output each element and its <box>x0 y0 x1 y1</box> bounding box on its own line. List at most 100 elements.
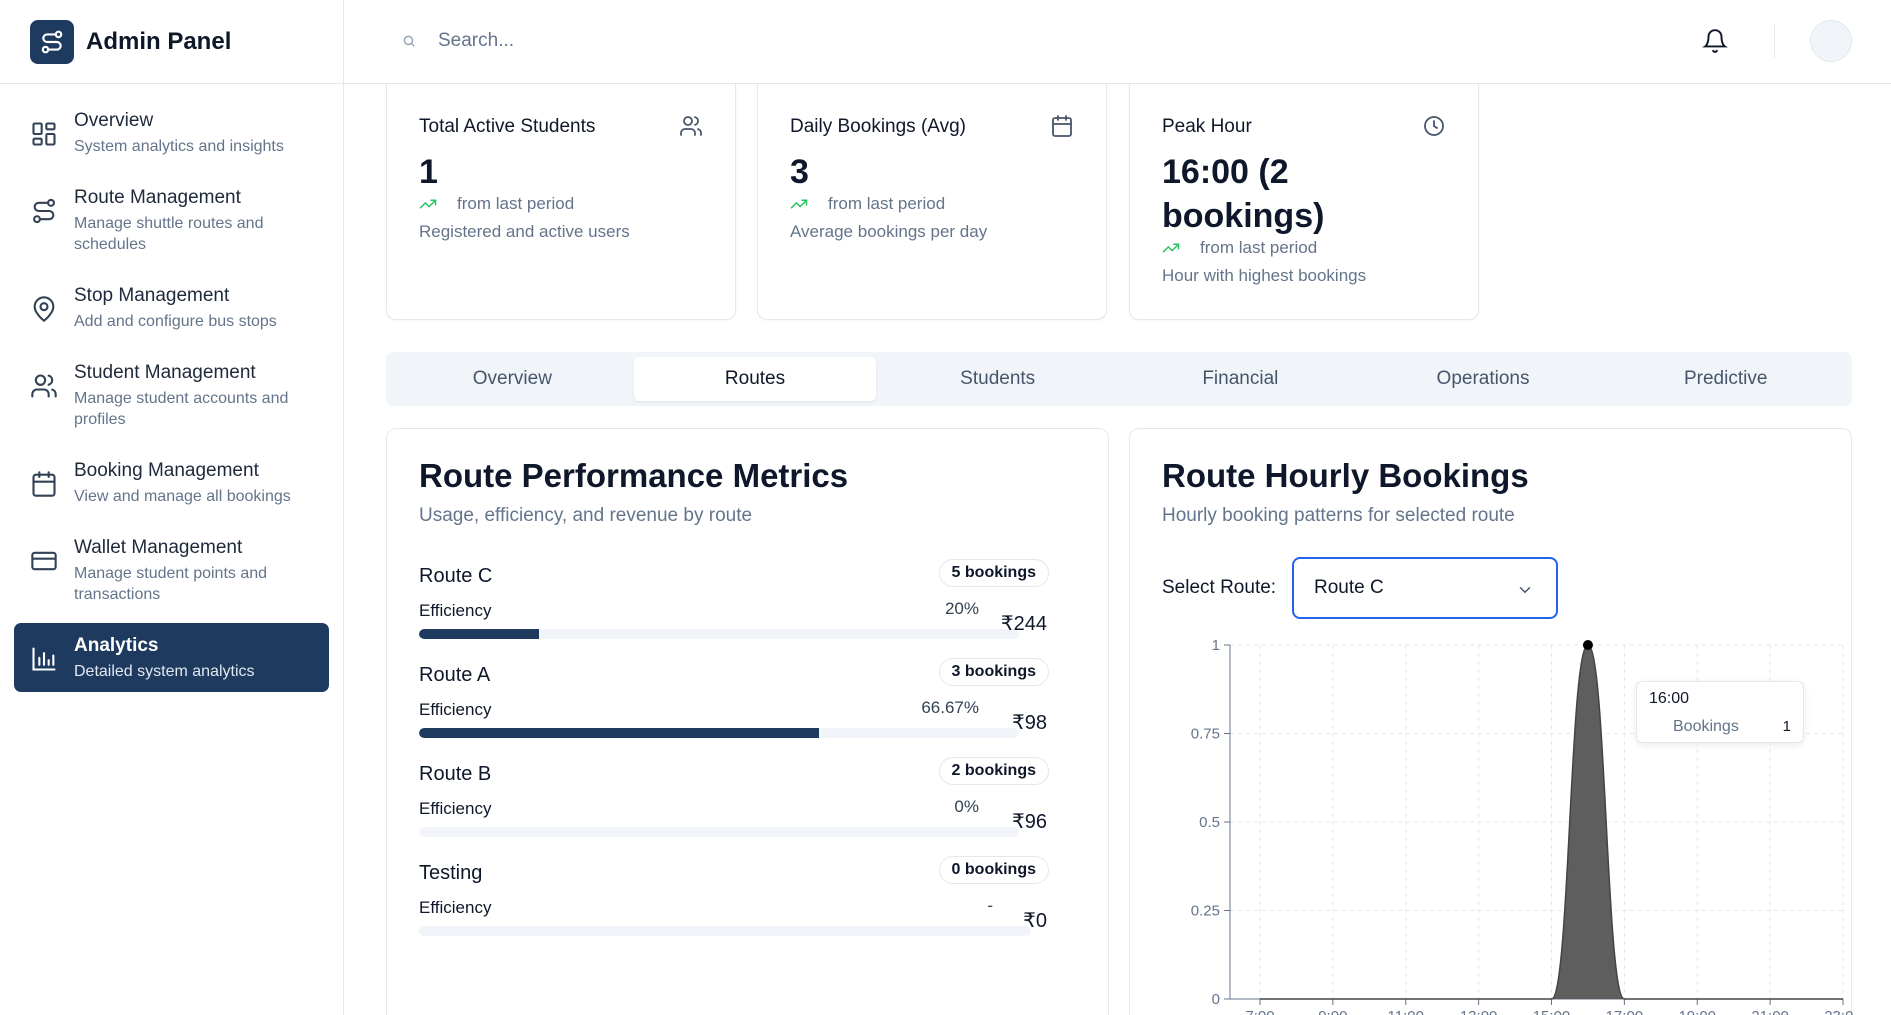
stat-trend-text: from last period <box>1200 238 1318 257</box>
route-revenue: ₹96 <box>1012 811 1047 833</box>
efficiency-value: 66.67% <box>921 698 979 717</box>
efficiency-bar-fill <box>419 629 539 639</box>
efficiency-bar <box>419 926 1031 936</box>
route-name: Route C <box>419 565 493 587</box>
tooltip-value: 1 <box>1782 718 1791 735</box>
bookings-badge: 2 bookings <box>938 757 1049 785</box>
sidebar-item-wallet-management[interactable]: Wallet Management Manage student points … <box>14 525 329 615</box>
sidebar-item-route-management[interactable]: Route Management Manage shuttle routes a… <box>14 175 329 265</box>
bell-icon[interactable] <box>1702 28 1728 54</box>
sidebar-item-label: Student Management <box>74 362 256 383</box>
stat-value: 3 <box>790 153 809 191</box>
stat-card-active-students: Total Active Students 1 from last period… <box>386 84 736 320</box>
route-row: Route B 2 bookings Efficiency 0% ₹96 <box>419 757 1079 859</box>
sidebar-item-booking-management[interactable]: Booking Management View and manage all b… <box>14 448 329 517</box>
sidebar-item-student-management[interactable]: Student Management Manage student accoun… <box>14 350 329 440</box>
efficiency-label: Efficiency <box>419 700 492 719</box>
route-revenue: ₹0 <box>1023 910 1047 932</box>
search-input[interactable] <box>438 22 1038 60</box>
sidebar-item-label: Booking Management <box>74 460 259 481</box>
efficiency-bar <box>419 728 1019 738</box>
tab-financial[interactable]: Financial <box>1119 357 1362 401</box>
x-tick-label: 23:00 <box>1824 1008 1853 1015</box>
x-tick-label: 13:00 <box>1460 1008 1498 1015</box>
efficiency-bar <box>419 629 1019 639</box>
tooltip-time: 16:00 <box>1649 690 1690 707</box>
bar-chart-icon <box>30 645 58 673</box>
tab-operations[interactable]: Operations <box>1362 357 1605 401</box>
sidebar-item-desc: Add and configure bus stops <box>74 313 277 330</box>
stat-trend: from last period <box>419 194 574 214</box>
route-revenue: ₹244 <box>1000 613 1047 635</box>
x-tick-label: 19:00 <box>1678 1008 1716 1015</box>
tab-overview[interactable]: Overview <box>391 357 634 401</box>
efficiency-value: 20% <box>944 599 979 618</box>
credit-card-icon <box>30 547 58 575</box>
tooltip-label: Bookings <box>1673 718 1739 735</box>
route-hourly-panel: Route Hourly Bookings Hourly booking pat… <box>1129 428 1853 1015</box>
route-logo-icon <box>30 19 74 64</box>
search-icon <box>402 34 416 48</box>
x-tick-label: 21:00 <box>1751 1008 1789 1015</box>
y-tick-label: 0.25 <box>1191 903 1220 920</box>
brand: Admin Panel <box>0 0 343 84</box>
bookings-badge: 3 bookings <box>938 658 1049 686</box>
calendar-icon <box>30 470 58 498</box>
sidebar-item-overview[interactable]: Overview System analytics and insights <box>14 98 329 167</box>
y-tick-label: 0.75 <box>1191 726 1220 743</box>
data-point-active <box>1582 640 1593 650</box>
route-name: Route A <box>419 664 491 686</box>
stat-trend: from last period <box>790 194 945 214</box>
stat-trend-text: from last period <box>457 194 575 213</box>
route-name: Testing <box>419 862 483 884</box>
calendar-icon <box>1050 114 1074 138</box>
sidebar-item-desc: Manage student accounts and profiles <box>74 390 289 428</box>
route-performance-panel: Route Performance Metrics Usage, efficie… <box>386 428 1109 1015</box>
stat-trend: from last period <box>1162 238 1317 258</box>
sidebar-item-stop-management[interactable]: Stop Management Add and configure bus st… <box>14 273 329 342</box>
y-tick-label: 1 <box>1212 637 1220 654</box>
tab-students[interactable]: Students <box>876 357 1119 401</box>
trending-up-icon <box>1162 239 1180 257</box>
sidebar-item-analytics[interactable]: Analytics Detailed system analytics <box>14 623 329 692</box>
efficiency-label: Efficiency <box>419 601 492 620</box>
trending-up-icon <box>419 195 437 213</box>
stat-value: 1 <box>419 153 438 191</box>
route-row: Testing 0 bookings Efficiency - ₹0 <box>419 856 1079 958</box>
sidebar-item-desc: Manage student points and transactions <box>74 565 268 603</box>
stat-trend-text: from last period <box>828 194 946 213</box>
avatar[interactable] <box>1810 20 1852 62</box>
stat-value: 16:00 (2 bookings) <box>1162 153 1325 235</box>
efficiency-bar <box>419 827 1019 837</box>
users-icon <box>679 114 703 138</box>
chart-tooltip: 16:00 Bookings 1 <box>1636 681 1804 743</box>
x-tick-label: 15:00 <box>1533 1008 1571 1015</box>
sidebar-item-label: Wallet Management <box>74 537 243 558</box>
header-divider <box>1774 24 1775 58</box>
route-icon <box>30 197 58 225</box>
top-header <box>344 0 1891 84</box>
sidebar-item-label: Overview <box>74 110 154 131</box>
stat-subtitle: Average bookings per day <box>790 222 988 241</box>
sidebar-item-label: Stop Management <box>74 285 230 306</box>
sidebar-item-desc: System analytics and insights <box>74 138 284 155</box>
route-name: Route B <box>419 763 492 785</box>
tab-predictive[interactable]: Predictive <box>1604 357 1847 401</box>
efficiency-label: Efficiency <box>419 799 492 818</box>
stat-title: Daily Bookings (Avg) <box>790 116 967 137</box>
trending-up-icon <box>790 195 808 213</box>
x-tick-label: 11:00 <box>1388 1008 1424 1015</box>
sidebar-item-desc: Manage shuttle routes and schedules <box>74 215 264 253</box>
efficiency-bar-fill <box>419 728 820 738</box>
users-icon <box>30 372 58 400</box>
efficiency-value: 0% <box>954 797 979 816</box>
x-tick-label: 9:00 <box>1318 1008 1347 1015</box>
clock-icon <box>1422 114 1446 138</box>
tab-routes[interactable]: Routes <box>633 357 877 401</box>
sidebar-item-desc: Detailed system analytics <box>74 663 255 680</box>
y-tick-label: 0 <box>1212 991 1220 1008</box>
stat-subtitle: Hour with highest bookings <box>1162 266 1367 285</box>
analytics-tabs: Overview Routes Students Financial Opera… <box>386 352 1852 406</box>
y-tick-label: 0.5 <box>1199 814 1220 831</box>
stat-card-daily-bookings: Daily Bookings (Avg) 3 from last period … <box>757 84 1107 320</box>
